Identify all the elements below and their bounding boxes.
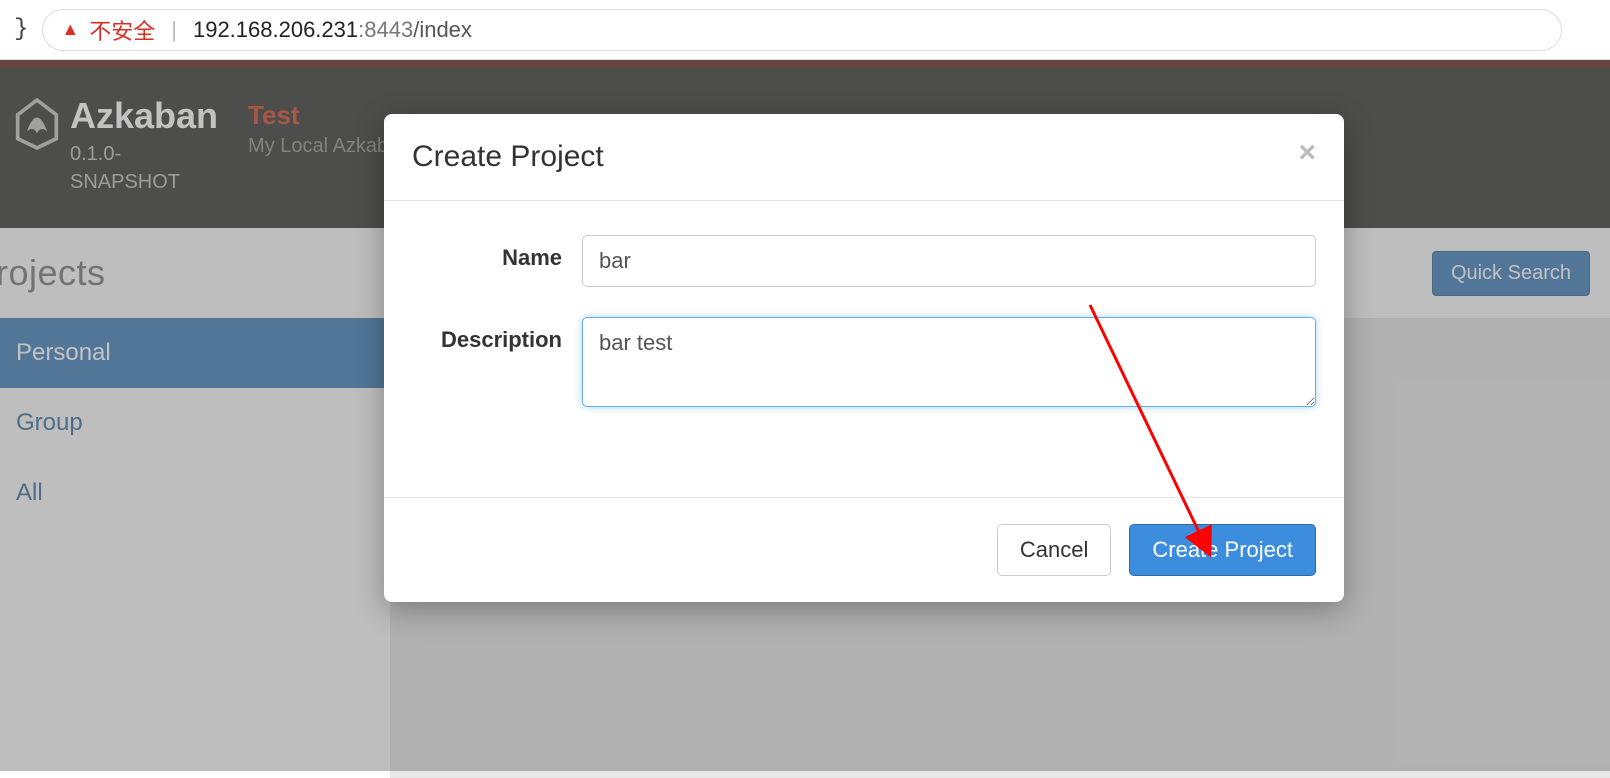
description-label: Description bbox=[412, 317, 582, 407]
browser-address-bar: } ▲ 不安全 | 192.168.206.231:8443/index bbox=[0, 0, 1610, 60]
modal-header: Create Project × bbox=[384, 114, 1344, 201]
form-row-description: Description bar test bbox=[412, 317, 1316, 407]
project-name-input[interactable] bbox=[582, 235, 1316, 287]
modal-footer: Cancel Create Project bbox=[384, 497, 1344, 602]
form-row-name: Name bbox=[412, 235, 1316, 287]
cancel-button[interactable]: Cancel bbox=[997, 524, 1111, 576]
app-viewport: Azkaban 0.1.0- SNAPSHOT Test My Local Az… bbox=[0, 60, 1610, 771]
modal-title: Create Project bbox=[412, 140, 604, 174]
url-text: 192.168.206.231:8443/index bbox=[193, 17, 472, 43]
warning-icon: ▲ bbox=[61, 19, 79, 40]
address-separator: | bbox=[165, 17, 183, 43]
url-port: :8443 bbox=[358, 17, 413, 42]
url-host: 192.168.206.231 bbox=[193, 17, 358, 42]
url-path: /index bbox=[413, 17, 472, 42]
close-icon[interactable]: × bbox=[1298, 144, 1316, 162]
address-box[interactable]: ▲ 不安全 | 192.168.206.231:8443/index bbox=[42, 9, 1562, 51]
name-label: Name bbox=[412, 235, 582, 287]
not-secure-label: 不安全 bbox=[89, 14, 155, 46]
modal-body: Name Description bar test bbox=[384, 201, 1344, 497]
project-description-input[interactable]: bar test bbox=[582, 317, 1316, 407]
back-glyph-icon[interactable]: } bbox=[14, 16, 28, 43]
create-project-modal: Create Project × Name Description bar te… bbox=[384, 114, 1344, 602]
create-project-button[interactable]: Create Project bbox=[1129, 524, 1316, 576]
